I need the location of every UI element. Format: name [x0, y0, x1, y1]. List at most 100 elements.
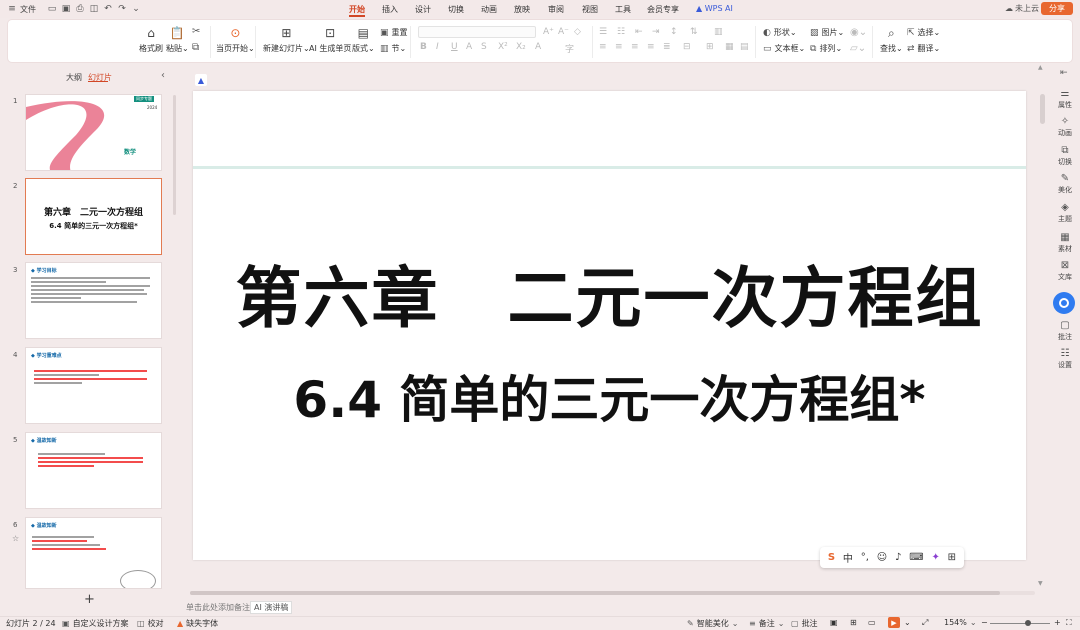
ai-generate-slide-button[interactable]: ⊡ AI 生成单页 [309, 26, 351, 54]
distribute-icon[interactable]: ≣ [663, 42, 671, 52]
tab-design[interactable]: 设计 [415, 4, 431, 15]
layout-button[interactable]: ▤ 版式⌄ [352, 26, 375, 54]
missing-font-button[interactable]: ▲ 缺失字体 [177, 618, 218, 629]
tab-home[interactable]: 开始 [349, 4, 365, 15]
tab-review[interactable]: 审阅 [548, 4, 564, 15]
slide-thumbnail-1[interactable]: 同步专题 2024 数学 [25, 94, 162, 171]
save-icon[interactable]: ▣ [60, 3, 72, 15]
microphone-icon[interactable]: ♪ [895, 552, 901, 563]
normal-view-icon[interactable]: ▣ [830, 618, 838, 627]
indent-decrease-icon[interactable]: ⇤ [635, 27, 643, 37]
keyboard-icon[interactable]: ⌨ [909, 552, 923, 563]
collapse-panel-icon[interactable]: ‹ [161, 70, 165, 81]
share-button[interactable]: 分享 [1041, 2, 1073, 15]
sidebar-settings[interactable]: ☷ 设置 [1050, 348, 1080, 370]
horizontal-scroll-thumb[interactable] [190, 591, 1000, 595]
panel-scrollbar[interactable] [173, 95, 176, 215]
sidebar-materials[interactable]: ▦ 素材 [1050, 232, 1080, 254]
notes-placeholder[interactable]: 单击此处添加备注 [186, 602, 250, 613]
outline-icon[interactable]: ▱⌄ [850, 43, 866, 54]
underline-icon[interactable]: U [451, 42, 458, 52]
comments-toggle-button[interactable]: ▢ 批注 [791, 618, 818, 629]
design-scheme-button[interactable]: ▣ 自定义设计方案 [62, 618, 129, 629]
tab-outline[interactable]: 大纲 [66, 72, 82, 83]
dropdown-icon[interactable]: ⌄ [130, 3, 142, 15]
section-button[interactable]: ▥ 节⌄ [380, 43, 406, 54]
cloud-status-button[interactable]: ☁ 未上云 [1005, 3, 1039, 14]
fit-window-icon[interactable]: ⤢ [922, 618, 928, 628]
punctuation-icon[interactable]: °, [861, 552, 869, 563]
format-painter-button[interactable]: ⌂ 格式刷 [139, 26, 163, 54]
folder-icon[interactable]: ▭ [46, 3, 58, 15]
subscript-icon[interactable]: X₂ [516, 42, 526, 52]
sidebar-transition[interactable]: ⧉ 切换 [1050, 145, 1080, 167]
highlight-icon[interactable]: A [535, 42, 541, 52]
cut-icon[interactable]: ✂ [192, 26, 200, 37]
superscript-icon[interactable]: X² [498, 42, 508, 52]
reading-view-icon[interactable]: ▭ [868, 618, 876, 627]
italic-icon[interactable]: I [436, 42, 439, 52]
numbered-list-icon[interactable]: ☷ [617, 27, 625, 37]
textbox-button[interactable]: ▭ 文本框⌄ [763, 43, 805, 54]
tab-member[interactable]: 会员专享 [647, 4, 679, 15]
speaker-notes-button[interactable]: AI 演讲稿 [250, 601, 293, 614]
redo-icon[interactable]: ↷ [116, 3, 128, 15]
tab-view[interactable]: 视图 [582, 4, 598, 15]
font-family-select[interactable] [418, 26, 536, 38]
sidebar-animation[interactable]: ✧ 动画 [1050, 116, 1080, 138]
zoom-out-icon[interactable]: − [981, 618, 988, 627]
fill-icon[interactable]: ◉⌄ [850, 27, 867, 38]
arrange-button[interactable]: ⧉ 排列⌄ [810, 43, 842, 54]
expand-sidebar-icon[interactable]: ⇤ [1060, 68, 1068, 78]
font-color-icon[interactable]: A [466, 42, 472, 52]
strikethrough-icon[interactable]: S [481, 42, 487, 52]
ai-assistant-icon[interactable]: ▲ [195, 74, 207, 86]
slide-thumbnail-6[interactable]: ◆ 温故知新 [25, 517, 162, 589]
justify-icon[interactable]: ≡ [647, 42, 655, 52]
decrease-font-icon[interactable]: A⁻ [558, 27, 569, 37]
bold-icon[interactable]: B [420, 42, 427, 52]
fullscreen-icon[interactable]: ⛶ [1066, 618, 1072, 628]
new-slide-button[interactable]: ⊞ 新建幻灯片⌄ [263, 26, 310, 54]
slide-subtitle[interactable]: 6.4 简单的三元一次方程组* [193, 360, 1026, 432]
clear-format-icon[interactable]: ◇ [574, 27, 581, 37]
slide-thumbnail-2[interactable]: 第六章 二元一次方程组 6.4 简单的三元一次方程组* [25, 178, 162, 255]
columns-icon[interactable]: ▥ [714, 27, 723, 37]
slide-thumbnail-4[interactable]: ◆ 学习重难点 [25, 347, 162, 424]
play-slideshow-button[interactable]: ▶ [888, 617, 900, 628]
align-left-icon[interactable]: ≡ [599, 42, 607, 52]
slide-title[interactable]: 第六章 二元一次方程组 [193, 245, 1026, 341]
indent-increase-icon[interactable]: ⇥ [652, 27, 660, 37]
slide-thumbnail-5[interactable]: ◆ 温故知新 [25, 432, 162, 509]
scroll-down-icon[interactable]: ▼ [1038, 580, 1043, 587]
skin-icon[interactable]: ✦ [931, 552, 939, 563]
vertical-align-icon[interactable]: ⊟ [683, 42, 691, 52]
chevron-down-icon[interactable]: ⌄ [904, 618, 911, 627]
toolbox-icon[interactable]: ⊞ [948, 552, 956, 563]
copy-icon[interactable]: ⧉ [192, 42, 199, 53]
sidebar-comments[interactable]: ▢ 批注 [1050, 320, 1080, 342]
smartart-icon[interactable]: ⊞ [706, 42, 714, 52]
align-right-icon[interactable]: ≡ [631, 42, 639, 52]
find-button[interactable]: ⌕ 查找⌄ [880, 26, 903, 54]
convert-icon[interactable]: ▦ [725, 42, 734, 52]
align-center-icon[interactable]: ≡ [615, 42, 623, 52]
increase-font-icon[interactable]: A⁺ [543, 27, 554, 37]
sogou-logo-icon[interactable]: S [828, 552, 835, 563]
shape-button[interactable]: ◐ 形状⌄ [763, 27, 797, 38]
emoji-icon[interactable]: ☺ [877, 552, 887, 563]
chinese-mode-icon[interactable]: 中 [843, 550, 853, 565]
zoom-level[interactable]: 154% ⌄ [944, 618, 977, 627]
undo-icon[interactable]: ↶ [102, 3, 114, 15]
ai-assistant-button[interactable] [1053, 292, 1075, 314]
reset-button[interactable]: ▣ 重置 [380, 27, 408, 38]
bullet-list-icon[interactable]: ☰ [599, 27, 607, 37]
tab-tools[interactable]: 工具 [615, 4, 631, 15]
scroll-up-icon[interactable]: ▲ [1038, 64, 1043, 71]
tab-animations[interactable]: 动画 [481, 4, 497, 15]
sidebar-beautify[interactable]: ✎ 美化 [1050, 173, 1080, 195]
sidebar-library[interactable]: ⊠ 文库 [1050, 260, 1080, 282]
text-direction-icon[interactable]: ⇅ [690, 27, 698, 37]
select-button[interactable]: ⇱ 选择⌄ [907, 27, 940, 38]
sidebar-theme[interactable]: ◈ 主题 [1050, 202, 1080, 224]
